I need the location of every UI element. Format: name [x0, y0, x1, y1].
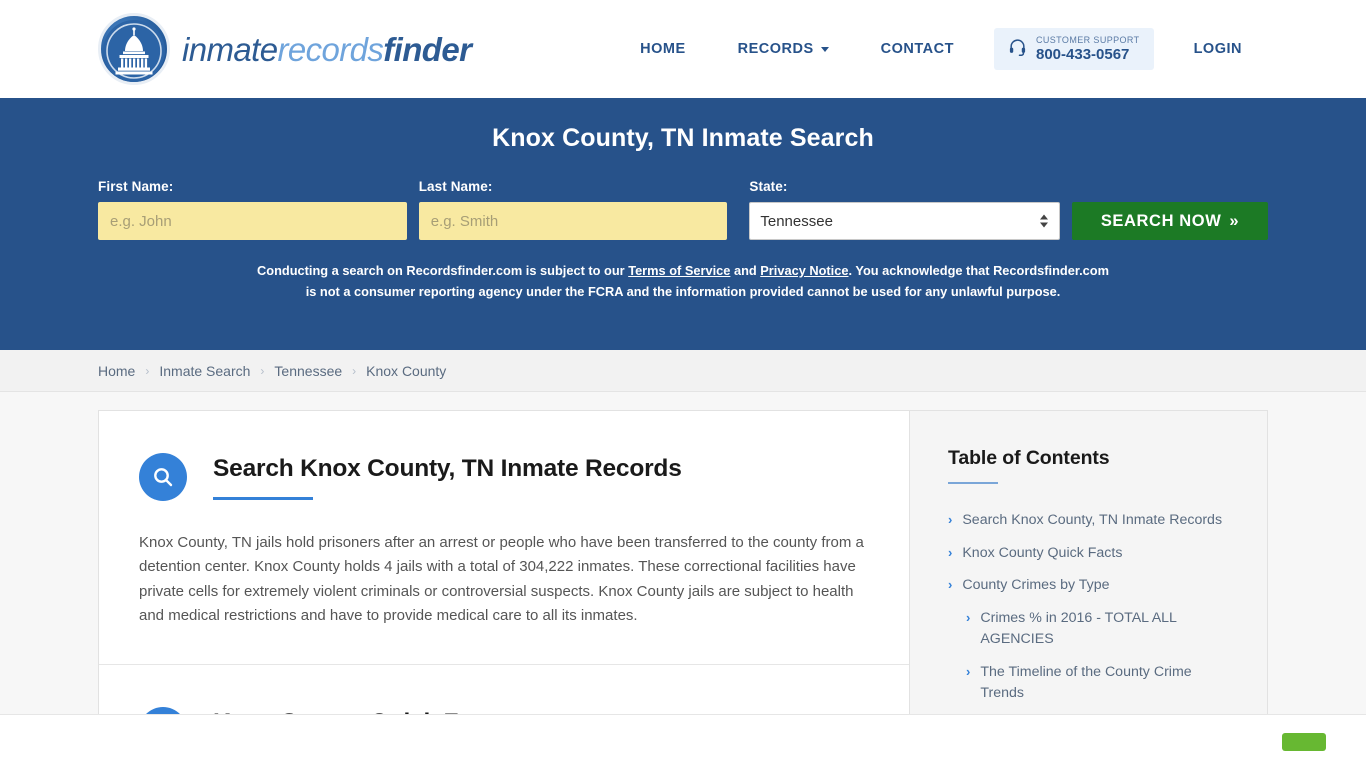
nav-item-records[interactable]: RECORDS: [712, 31, 855, 67]
toc-link[interactable]: Crimes % in 2016 - TOTAL ALL AGENCIES: [980, 608, 1237, 651]
search-now-button[interactable]: SEARCH NOW »: [1072, 202, 1268, 240]
breadcrumb-separator: ›: [145, 363, 150, 378]
chevron-right-icon: ›: [948, 577, 953, 593]
toc-item-search-records[interactable]: › Search Knox County, TN Inmate Records: [948, 510, 1237, 532]
nav-item-contact[interactable]: CONTACT: [855, 31, 980, 67]
page-screen: inmaterecordsfinder HOME RECORDS CONTACT: [0, 0, 1366, 768]
cookie-consent-bar: [0, 714, 1366, 768]
nav-item-login[interactable]: LOGIN: [1168, 31, 1268, 67]
hero-search-panel: Knox County, TN Inmate Search First Name…: [0, 98, 1366, 350]
support-label: CUSTOMER SUPPORT: [1035, 35, 1140, 46]
chevron-down-icon: [820, 46, 829, 52]
cookie-accept-button[interactable]: [1282, 732, 1326, 751]
toc-item-county-crimes-by-type[interactable]: › County Crimes by Type: [948, 575, 1237, 597]
section-underline: [213, 497, 313, 501]
logo-word-finder: finder: [383, 30, 472, 68]
first-name-field-group: First Name:: [98, 179, 407, 240]
disclaimer-part-two: and: [730, 263, 761, 278]
last-name-field-group: Last Name:: [418, 179, 728, 240]
chevron-right-icon: ›: [948, 512, 953, 527]
search-now-label: SEARCH NOW: [1100, 211, 1222, 230]
logo-word-records: records: [277, 30, 384, 68]
chevron-right-icon: ›: [966, 663, 971, 679]
page-title: Knox County, TN Inmate Search: [492, 124, 874, 152]
search-circle-icon: [139, 453, 187, 501]
customer-support-box[interactable]: CUSTOMER SUPPORT 800-433-0567: [993, 28, 1154, 70]
support-phone: 800-433-0567: [1035, 45, 1130, 63]
breadcrumb-item-tennessee[interactable]: Tennessee: [274, 363, 342, 379]
section-title: Search Knox County, TN Inmate Records: [213, 455, 682, 482]
nav-item-home[interactable]: HOME: [614, 31, 712, 67]
toc-item-crimes-percent-2016[interactable]: › Crimes % in 2016 - TOTAL ALL AGENCIES: [948, 608, 1237, 651]
toc-title: Table of Contents: [948, 447, 1110, 469]
toc-underline: [948, 482, 998, 484]
capitol-dome-icon: [98, 13, 170, 85]
breadcrumb-bar: Home › Inmate Search › Tennessee › Knox …: [0, 350, 1366, 392]
disclaimer-part-one: Conducting a search on Recordsfinder.com…: [257, 263, 629, 278]
site-logo-wordmark: inmaterecordsfinder: [182, 30, 472, 68]
toc-item-quick-facts[interactable]: › Knox County Quick Facts: [948, 543, 1237, 565]
toc-link[interactable]: Search Knox County, TN Inmate Records: [962, 510, 1222, 532]
section-header: Search Knox County, TN Inmate Records: [139, 451, 869, 501]
toc-link[interactable]: Knox County Quick Facts: [962, 543, 1122, 565]
breadcrumb-item-inmate-search[interactable]: Inmate Search: [159, 363, 250, 379]
nav-item-records-label: RECORDS: [737, 41, 814, 57]
breadcrumb: Home › Inmate Search › Tennessee › Knox …: [98, 363, 446, 379]
chevron-right-icon: ›: [948, 544, 953, 560]
breadcrumb-item-home[interactable]: Home: [98, 363, 135, 379]
breadcrumb-separator: ›: [260, 363, 265, 378]
last-name-label: Last Name:: [418, 179, 493, 194]
terms-of-service-link[interactable]: Terms of Service: [628, 263, 730, 278]
first-name-label: First Name:: [98, 179, 174, 194]
state-label: State:: [749, 179, 788, 194]
section-body-text: Knox County, TN jails hold prisoners aft…: [139, 534, 864, 624]
inmate-search-form: First Name: Last Name: State: Tennessee: [98, 179, 1268, 240]
toc-item-crime-trends-timeline[interactable]: › The Timeline of the County Crime Trend…: [948, 662, 1237, 705]
last-name-input[interactable]: [418, 202, 728, 240]
primary-navigation: HOME RECORDS CONTACT CUSTOMER SUPPORT 80…: [614, 28, 1268, 70]
state-select-wrapper: Tennessee: [749, 202, 1060, 240]
breadcrumb-item-knox-county: Knox County: [366, 362, 447, 379]
double-chevron-right-icon: »: [1229, 211, 1240, 230]
privacy-notice-link[interactable]: Privacy Notice: [760, 263, 848, 278]
state-select[interactable]: Tennessee: [749, 202, 1060, 240]
chevron-right-icon: ›: [966, 609, 971, 625]
toc-link[interactable]: The Timeline of the County Crime Trends: [980, 662, 1237, 705]
state-field-group: State: Tennessee: [749, 179, 1060, 240]
toc-link[interactable]: County Crimes by Type: [962, 575, 1109, 597]
breadcrumb-separator: ›: [352, 363, 357, 378]
site-logo[interactable]: inmaterecordsfinder: [98, 13, 472, 85]
logo-word-inmate: inmate: [182, 30, 278, 68]
section-search-records: Search Knox County, TN Inmate Records Kn…: [99, 411, 909, 664]
search-disclaimer: Conducting a search on Recordsfinder.com…: [253, 260, 1113, 303]
page-body: Search Knox County, TN Inmate Records Kn…: [0, 392, 1366, 768]
first-name-input[interactable]: [98, 202, 407, 240]
site-header: inmaterecordsfinder HOME RECORDS CONTACT: [0, 0, 1366, 98]
support-text: CUSTOMER SUPPORT 800-433-0567: [1036, 35, 1140, 63]
headset-icon: [1008, 37, 1027, 61]
section-title-wrap: Search Knox County, TN Inmate Records: [213, 451, 682, 501]
